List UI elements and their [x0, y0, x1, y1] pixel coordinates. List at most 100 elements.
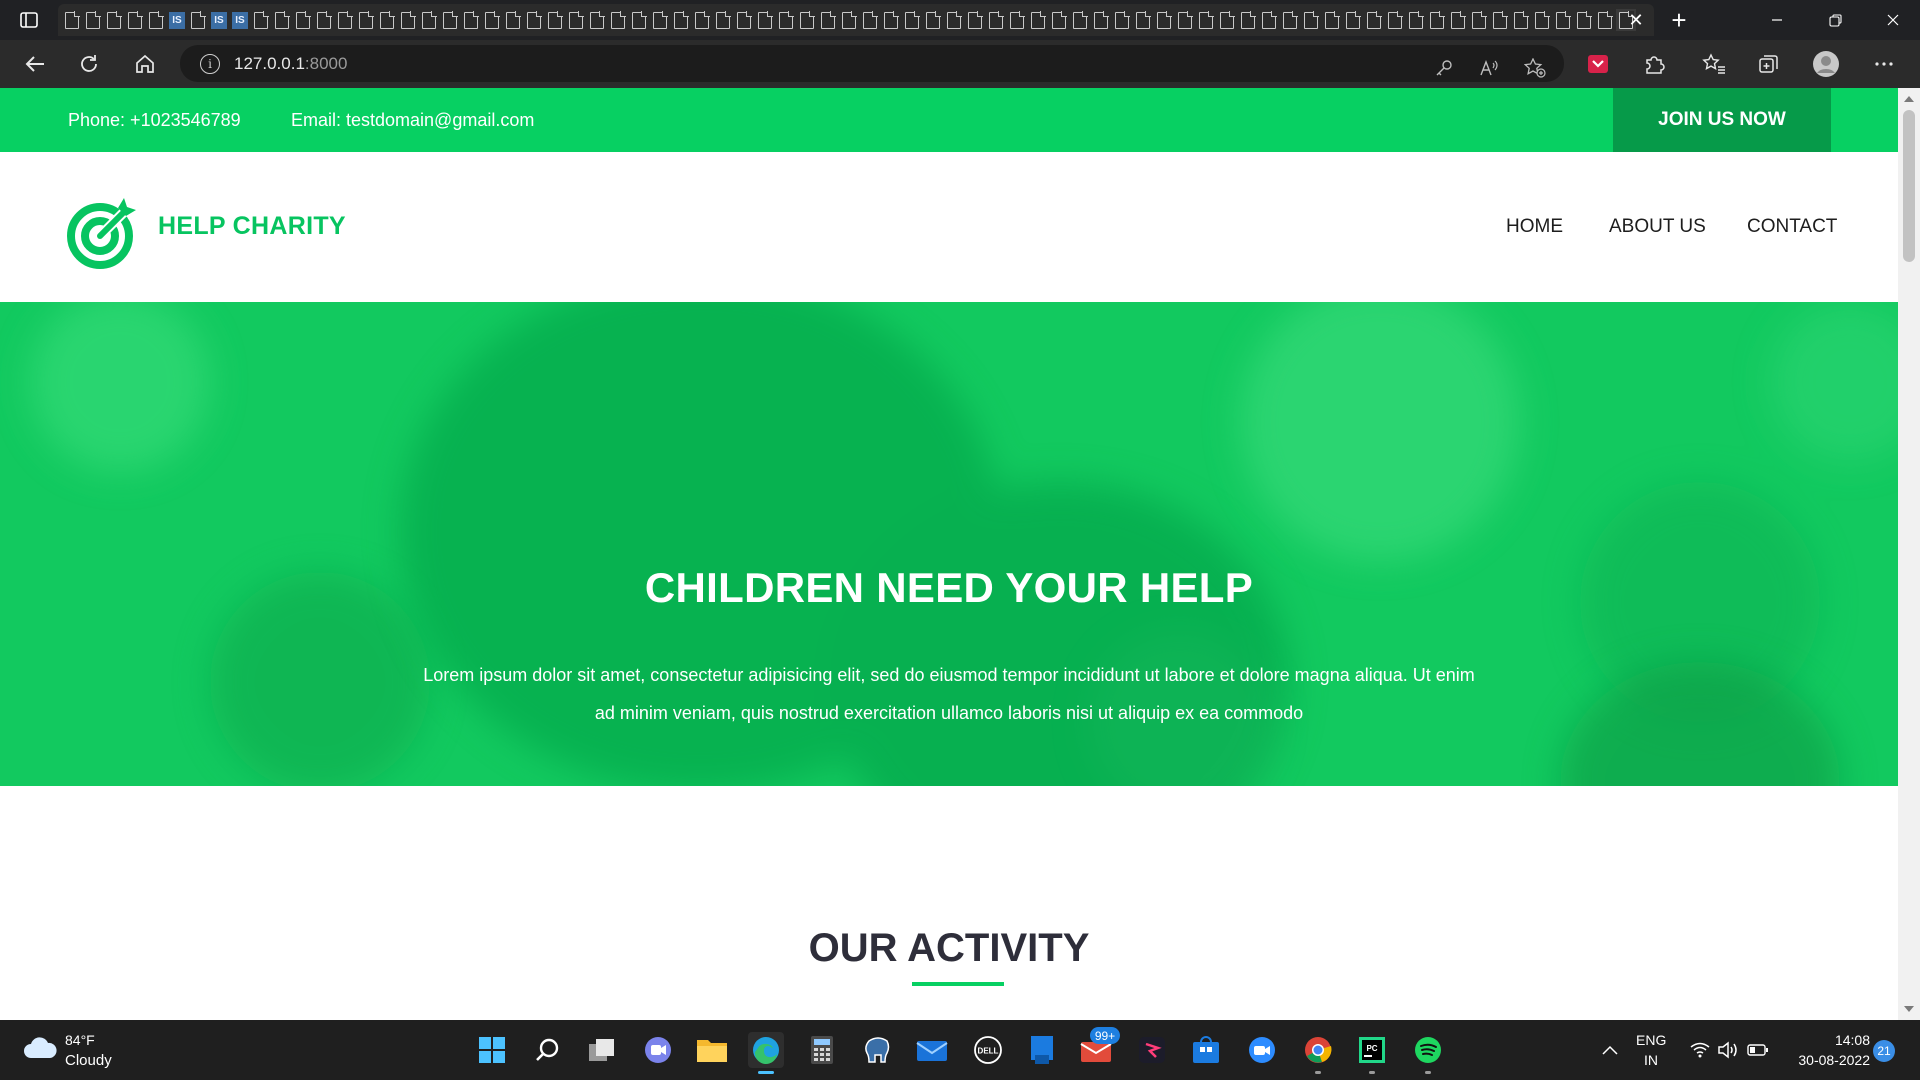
- tab-favicon-document-icon[interactable]: [839, 9, 859, 31]
- tab-favicon-document-icon[interactable]: [1574, 9, 1594, 31]
- tab-favicon-document-icon[interactable]: [1175, 9, 1195, 31]
- tab-favicon-document-icon[interactable]: [272, 9, 292, 31]
- tab-favicon-document-icon[interactable]: [1133, 9, 1153, 31]
- scroll-thumb[interactable]: [1903, 110, 1915, 262]
- back-arrow-icon[interactable]: [18, 48, 52, 80]
- mail-icon[interactable]: [914, 1032, 950, 1068]
- more-icon[interactable]: [1868, 48, 1900, 80]
- tab-favicon-document-icon[interactable]: [146, 9, 166, 31]
- tab-favicon-document-icon[interactable]: [1490, 9, 1510, 31]
- nav-contact[interactable]: CONTACT: [1747, 216, 1837, 238]
- key-icon[interactable]: [1431, 55, 1457, 81]
- collections-icon[interactable]: [1753, 48, 1785, 80]
- tab-favicon-document-icon[interactable]: [188, 9, 208, 31]
- tab-favicon-document-icon[interactable]: [1091, 9, 1111, 31]
- tab-favicon-document-icon[interactable]: [629, 9, 649, 31]
- tab-favicon-document-icon[interactable]: [881, 9, 901, 31]
- tab-favicon-document-icon[interactable]: [335, 9, 355, 31]
- tab-favicon-document-icon[interactable]: [608, 9, 628, 31]
- tab-favicon-document-icon[interactable]: [545, 9, 565, 31]
- pycharm-icon[interactable]: PC: [1354, 1032, 1390, 1068]
- tab-favicon-document-icon[interactable]: [1448, 9, 1468, 31]
- tab-favicon-document-icon[interactable]: [1280, 9, 1300, 31]
- zoom-icon[interactable]: [1244, 1032, 1280, 1068]
- tab-favicon-document-icon[interactable]: [377, 9, 397, 31]
- store-icon[interactable]: [1188, 1032, 1224, 1068]
- tab-favicon-document-icon[interactable]: [1154, 9, 1174, 31]
- nav-about-us[interactable]: ABOUT US: [1609, 216, 1706, 238]
- url-bar[interactable]: i 127.0.0.1:8000: [180, 45, 1564, 82]
- app-icon[interactable]: [1134, 1032, 1170, 1068]
- tab-favicon-document-icon[interactable]: [1217, 9, 1237, 31]
- puzzle-icon[interactable]: [1638, 48, 1670, 80]
- read-aloud-icon[interactable]: [1476, 55, 1502, 81]
- tab-favicon-document-icon[interactable]: [797, 9, 817, 31]
- tab-favicon-document-icon[interactable]: [104, 9, 124, 31]
- tab-favicon-document-icon[interactable]: [62, 9, 82, 31]
- tab-favicon-document-icon[interactable]: [902, 9, 922, 31]
- tab-favicon-document-icon[interactable]: [566, 9, 586, 31]
- tab-favicon-document-icon[interactable]: [734, 9, 754, 31]
- tab-favicon-document-icon[interactable]: [314, 9, 334, 31]
- weather-condition[interactable]: Cloudy: [65, 1052, 112, 1069]
- tab-favicon-document-icon[interactable]: [692, 9, 712, 31]
- tab-favicon-document-icon[interactable]: [503, 9, 523, 31]
- tab-favicon-document-icon[interactable]: [293, 9, 313, 31]
- tab-favicon-document-icon[interactable]: [923, 9, 943, 31]
- file-explorer-icon[interactable]: [694, 1032, 730, 1068]
- tab-favicon-document-icon[interactable]: [1259, 9, 1279, 31]
- tab-favicon-document-icon[interactable]: [1532, 9, 1552, 31]
- cloud-icon[interactable]: [22, 1034, 58, 1062]
- scroll-up-arrow-icon[interactable]: [1904, 96, 1914, 102]
- tab-favicon-document-icon[interactable]: [755, 9, 775, 31]
- tab-favicon-document-icon[interactable]: [713, 9, 733, 31]
- tab-favicon-document-icon[interactable]: [650, 9, 670, 31]
- weather-temperature[interactable]: 84°F: [65, 1032, 95, 1048]
- add-favorite-icon[interactable]: [1522, 55, 1548, 81]
- tab-favicon-document-icon[interactable]: [524, 9, 544, 31]
- tab-favicon-is-icon[interactable]: IS: [167, 9, 187, 31]
- restore-icon[interactable]: [1806, 0, 1864, 40]
- page-scrollbar[interactable]: [1898, 88, 1920, 1020]
- tab-favicon-document-icon[interactable]: [461, 9, 481, 31]
- tab-favicon-document-icon[interactable]: [1427, 9, 1447, 31]
- tab-favicon-document-icon[interactable]: [1028, 9, 1048, 31]
- language-indicator[interactable]: ENG: [1636, 1032, 1666, 1048]
- notes-app-icon[interactable]: [1024, 1032, 1060, 1068]
- tab-favicon-document-icon[interactable]: [986, 9, 1006, 31]
- clock-date[interactable]: 30-08-2022: [1780, 1052, 1870, 1068]
- region-indicator[interactable]: IN: [1636, 1052, 1666, 1068]
- tab-favicon-document-icon[interactable]: [1238, 9, 1258, 31]
- tab-favicon-document-icon[interactable]: [944, 9, 964, 31]
- clock-time[interactable]: 14:08: [1780, 1032, 1870, 1048]
- chevron-up-icon[interactable]: [1592, 1032, 1628, 1068]
- target-logo-icon[interactable]: [66, 196, 140, 270]
- nav-home[interactable]: HOME: [1506, 216, 1563, 238]
- windows-start-icon[interactable]: [474, 1032, 510, 1068]
- tab-favicon-document-icon[interactable]: [419, 9, 439, 31]
- tab-favicon-document-icon[interactable]: [587, 9, 607, 31]
- tab-favicon-document-icon[interactable]: [1595, 9, 1615, 31]
- join-us-button[interactable]: JOIN US NOW: [1613, 88, 1831, 152]
- teams-chat-icon[interactable]: [640, 1032, 676, 1068]
- close-tab-icon[interactable]: ✕: [1624, 8, 1648, 32]
- brand-name[interactable]: HELP CHARITY: [158, 212, 346, 241]
- scroll-down-arrow-icon[interactable]: [1904, 1006, 1914, 1012]
- tab-favicon-document-icon[interactable]: [671, 9, 691, 31]
- tab-actions-icon[interactable]: [0, 0, 58, 40]
- tab-favicon-document-icon[interactable]: [251, 9, 271, 31]
- pgadmin-elephant-icon[interactable]: [860, 1032, 896, 1068]
- dell-icon[interactable]: DELL: [970, 1032, 1006, 1068]
- tab-favicon-document-icon[interactable]: [398, 9, 418, 31]
- tab-favicon-document-icon[interactable]: [482, 9, 502, 31]
- url-text[interactable]: 127.0.0.1:8000: [234, 54, 347, 74]
- tab-favicon-document-icon[interactable]: [1049, 9, 1069, 31]
- favorites-icon[interactable]: [1698, 48, 1730, 80]
- tab-favicon-document-icon[interactable]: [818, 9, 838, 31]
- tab-favicon-document-icon[interactable]: [356, 9, 376, 31]
- tab-favicon-document-icon[interactable]: [1364, 9, 1384, 31]
- tab-favicon-document-icon[interactable]: [83, 9, 103, 31]
- info-icon[interactable]: i: [200, 53, 220, 74]
- tab-favicon-document-icon[interactable]: [1511, 9, 1531, 31]
- tab-favicon-is-icon[interactable]: IS: [209, 9, 229, 31]
